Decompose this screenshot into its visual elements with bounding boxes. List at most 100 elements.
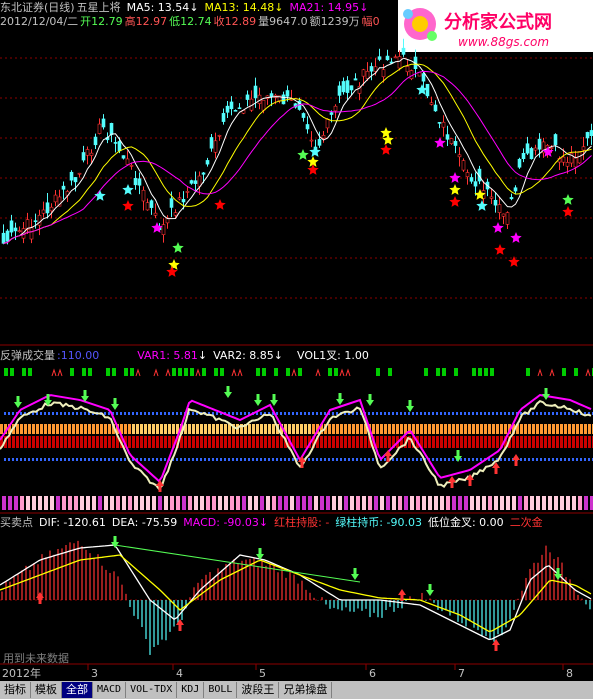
dot [544,458,546,461]
bar-orange [396,424,399,434]
state-bar [104,496,108,510]
dot [192,412,194,415]
bar-red [80,436,83,448]
bar-orange [288,424,291,434]
bar-red [336,436,339,448]
chart-canvas[interactable]: 2012年 3 4 5 6 7 8 [0,0,593,681]
bar-orange [272,424,275,434]
bar-orange [104,424,107,434]
state-bar [494,496,498,510]
tab-7[interactable]: 波段王 [237,682,280,698]
down-arrow-icon [542,388,550,400]
candle-body [301,113,306,118]
dot [8,412,10,415]
candle-body [529,148,534,160]
candle-body [517,158,522,168]
tab-6[interactable]: BOLL [204,682,238,698]
down-arrow-icon: ↓ [273,349,284,362]
dot [108,412,110,415]
dot [320,458,322,461]
bar-red [196,436,199,448]
dot [452,458,454,461]
bar-red [168,436,171,448]
dot [320,412,322,415]
signal-block [262,368,266,376]
bar-orange [84,424,87,434]
tab-3[interactable]: MACD [93,682,127,698]
state-bar [482,496,486,510]
bar-red [160,436,163,448]
dot [504,458,506,461]
bar-red [192,436,195,448]
state-bar [566,496,570,510]
signal-block [574,368,578,376]
dot [148,458,150,461]
dot [372,458,374,461]
bar-orange [188,424,191,434]
tab-4[interactable]: VOL-TDX [126,682,178,698]
candle-body [145,202,150,211]
bar-red [260,436,263,448]
dot [256,458,258,461]
dot [312,412,314,415]
dot [552,412,554,415]
candle-body [41,209,46,214]
dot [84,412,86,415]
bar-red [188,436,191,448]
bar-orange [56,424,59,434]
tab-5[interactable]: KDJ [177,682,205,698]
dot [264,458,266,461]
bar-red [520,436,523,448]
dot [460,412,462,415]
bar-orange [152,424,155,434]
state-bar [200,496,204,510]
signal-block [526,368,530,376]
signal-tick [291,368,297,377]
bar-orange [564,424,567,434]
state-bar [188,496,192,510]
state-bar [386,496,390,510]
state-bar [146,496,150,510]
tab-8[interactable]: 兄弟操盘 [279,682,333,698]
down-arrow-icon [351,568,359,580]
bar-red [136,436,139,448]
state-bar [308,496,312,510]
state-bar [92,496,96,510]
candle-body [489,196,494,199]
dot [244,458,246,461]
bar-red [12,436,15,448]
state-bar [152,496,156,510]
dot [496,412,498,415]
dot [12,458,14,461]
dot [356,458,358,461]
state-bar [476,496,480,510]
dot [484,412,486,415]
candle-body [337,85,342,96]
star-icon [309,146,321,157]
tab-1[interactable]: 模板 [31,682,62,698]
down-arrow-icon [270,394,278,406]
tab-2[interactable]: 全部 [62,682,93,698]
bar-orange [348,424,351,434]
state-bar [368,496,372,510]
tab-0[interactable]: 指标 [0,682,31,698]
star-icon [307,164,319,175]
bar-red [384,436,387,448]
candle-body [401,47,406,55]
state-bar [506,496,510,510]
bar-orange [584,424,587,434]
state-bar [422,496,426,510]
down-arrow-icon [366,394,374,406]
dot [508,412,510,415]
bar-orange [328,424,331,434]
bar-orange [256,424,259,434]
dot [88,458,90,461]
bar-orange [332,424,335,434]
dot [20,458,22,461]
dot [20,412,22,415]
dot [336,458,338,461]
signal-tick [195,368,201,377]
dot [236,458,238,461]
down-arrow-icon [554,568,562,580]
dot [536,458,538,461]
